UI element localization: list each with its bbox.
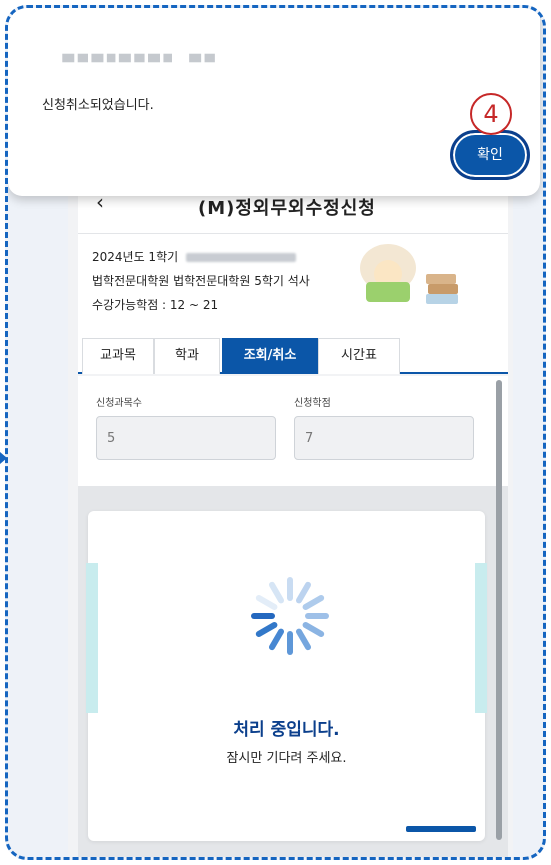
mascot-illustration — [360, 244, 458, 304]
credit-label: 신청학점 — [294, 398, 331, 409]
dialog-message: 신청취소되었습니다. — [42, 98, 154, 113]
redacted-text — [185, 253, 296, 262]
term-label: 2024년도 1학기 — [92, 250, 179, 264]
course-count-label: 신청과목수 — [96, 398, 142, 409]
credits-label: 수강가능학점 : 12 ~ 21 — [92, 298, 219, 312]
tab-courses[interactable]: 교과목 — [82, 338, 154, 374]
loading-spinner-icon — [251, 577, 329, 655]
loading-subtitle: 잠시만 기다려 주세요. — [226, 751, 347, 766]
step-marker: 4 — [470, 93, 512, 135]
credit-field: 7 — [294, 416, 474, 460]
alert-dialog: 신청취소되었습니다. 확인 4 — [8, 8, 540, 196]
scrollbar[interactable] — [496, 380, 502, 840]
backdrop-strip — [475, 563, 487, 713]
course-count-field: 5 — [96, 416, 276, 460]
button-edge — [406, 826, 476, 832]
tab-timetable[interactable]: 시간표 — [318, 338, 400, 374]
confirm-button[interactable]: 확인 — [450, 130, 530, 180]
program-label: 법학전문대학원 법학전문대학원 5학기 석사 — [92, 274, 310, 288]
term-line: 2024년도 1학기 — [92, 248, 296, 265]
page-title: (M)정외무외수정신청 — [198, 198, 376, 219]
arrow-tip-icon — [0, 452, 7, 464]
tab-department[interactable]: 학과 — [154, 338, 220, 374]
loading-title: 처리 중입니다. — [233, 720, 340, 740]
summary-panel: 신청과목수 5 신청학점 7 — [78, 376, 508, 486]
tab-lookup-cancel[interactable]: 조회/취소 — [222, 338, 318, 374]
backdrop-strip — [86, 563, 98, 713]
redacted-sender — [62, 53, 215, 63]
loading-overlay: 처리 중입니다. 잠시만 기다려 주세요. — [86, 511, 487, 841]
tab-bar: 교과목 학과 조회/취소 시간표 — [78, 334, 508, 374]
enrollment-info: 2024년도 1학기 법학전문대학원 법학전문대학원 5학기 석사 수강가능학점… — [78, 234, 508, 334]
annotation-frame: ‹ (M)정외무외수정신청 2024년도 1학기 법학전문대학원 법학전문대학원… — [5, 5, 546, 860]
